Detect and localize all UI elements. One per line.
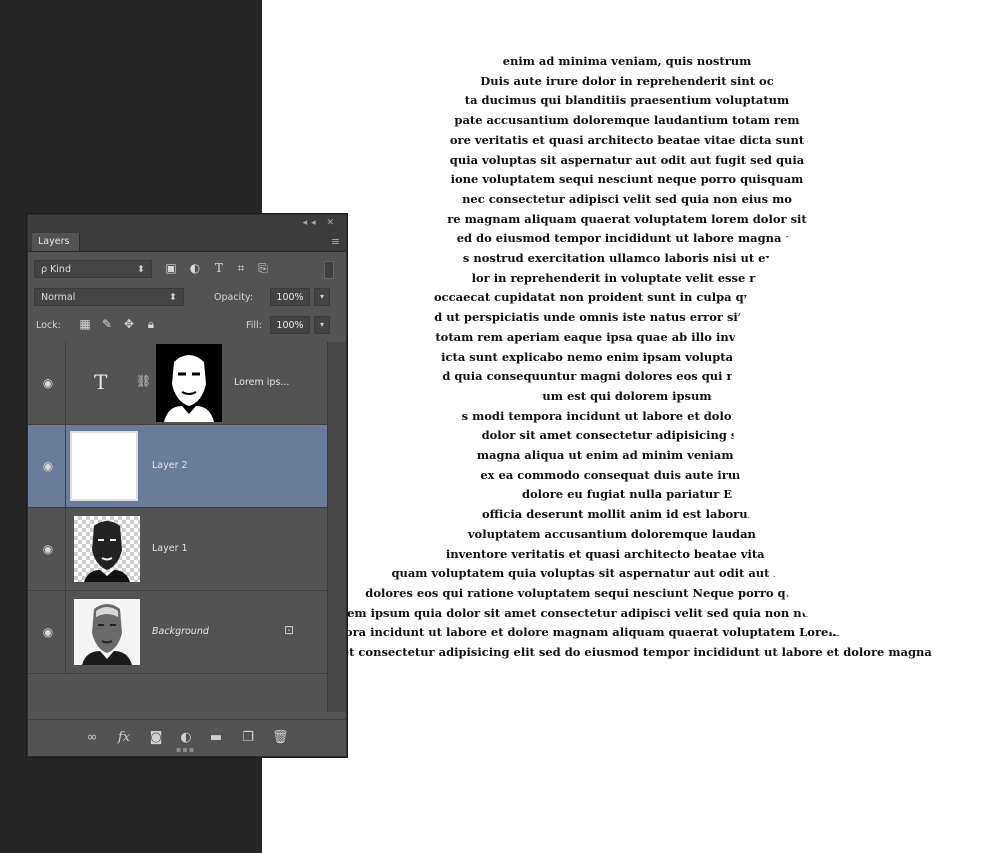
portrait-transparent-icon [84,521,130,582]
delete-layer-icon[interactable]: 🗑︎ [272,730,289,746]
blend-mode-value: Normal [41,292,76,303]
doc-text-line: ione voluptatem sequi nesciunt neque por… [450,172,804,187]
lock-all-icon[interactable]: 🔒︎ [144,317,158,331]
blend-row: Normal ⬍ Opacity: 100% ▾ [28,285,346,311]
chevron-updown-icon: ⬍ [169,292,177,303]
adjustment-layer-icon[interactable]: ◐ [178,730,194,746]
new-group-icon[interactable]: ▬ [208,730,224,746]
filter-type-icon[interactable]: T [212,261,226,275]
document-canvas[interactable]: enim ad minima veniam, quis nostrum Duis … [262,0,992,853]
panel-menu-icon[interactable]: ≡ [331,235,340,248]
layer-name[interactable]: Layer 1 [152,543,188,554]
filter-kind-label: ρ Kind [41,264,71,275]
portrait-photo-icon [74,599,140,665]
chevron-updown-icon: ⬍ [137,264,145,275]
filter-row: ρ Kind ⬍ ▣ ◐ T ⌗ ⎘ [28,257,346,283]
resize-grip[interactable]: ▪▪▪ [176,745,195,754]
filter-smartobject-icon[interactable]: ⎘ [256,261,270,275]
doc-text-line: enim ad minima veniam, quis nostrum [502,54,752,68]
fill-label: Fill: [246,320,262,331]
visibility-column: ◉ [28,342,66,424]
filter-pixel-icon[interactable]: ▣ [164,261,178,275]
lock-move-icon[interactable]: ✥ [122,317,136,331]
link-icon[interactable]: ⛓ [136,374,151,388]
fill-dropdown-icon[interactable]: ▾ [314,316,330,334]
visibility-column: ◉ [28,591,66,673]
opacity-dropdown-icon[interactable]: ▾ [314,288,330,306]
doc-text-line: Duis aute irure dolor in reprehenderit s… [480,73,774,88]
blend-mode-select[interactable]: Normal ⬍ [34,288,184,306]
lock-label: Lock: [36,320,61,331]
new-layer-icon[interactable]: ❐ [240,730,256,746]
doc-text-line: quia voluptas sit aspernatur aut odit au… [449,152,805,167]
layer-row-background[interactable]: ◉ Background ⊡ [28,591,328,674]
portrait-mask-icon [156,344,222,422]
layers-scrollbar[interactable] [327,342,346,712]
lock-transparent-icon[interactable]: ▦ [78,317,92,331]
lock-icon: ⊡ [284,623,295,637]
layer-mask-thumbnail[interactable] [156,344,222,422]
lock-row: Lock: ▦ ✎ ✥ 🔒︎ Fill: 100% ▾ [28,313,346,339]
eye-icon[interactable]: ◉ [41,625,55,639]
layer-name[interactable]: Layer 2 [152,460,188,471]
layers-list: ◉ T ⛓ Lorem ips... ◉ Layer 2 ◉ Layer 1 ◉… [28,342,328,712]
panel-titlebar[interactable]: ◂◂ ✕ [28,215,346,233]
layer-name[interactable]: Background [152,626,209,637]
doc-text-line: ta ducimus qui blanditiis praesentium vo… [464,93,790,108]
filter-shape-icon[interactable]: ⌗ [234,261,248,275]
filter-kind-select[interactable]: ρ Kind ⬍ [34,260,152,278]
opacity-field[interactable]: 100% [270,288,310,306]
type-layer-icon: T [94,370,108,394]
link-layers-icon[interactable]: ∞ [84,730,100,746]
layer-thumbnail[interactable] [70,431,138,501]
add-mask-icon[interactable]: ◙ [148,730,164,746]
layer-thumbnail[interactable] [74,516,140,582]
visibility-column: ◉ [28,425,66,507]
panel-window-controls[interactable]: ◂◂ ✕ [303,218,338,228]
doc-text-line: ore veritatis et quasi architecto beatae… [449,132,805,147]
visibility-column: ◉ [28,508,66,590]
fx-icon[interactable]: fx [116,730,132,746]
doc-text-line: pate accusantium doloremque laudantium t… [454,113,800,128]
panel-tab-row: Layers ≡ [28,233,346,252]
layer-row-layer-2[interactable]: ◉ Layer 2 [28,425,328,508]
eye-icon[interactable]: ◉ [41,542,55,556]
filter-adjustment-icon[interactable]: ◐ [188,261,202,275]
layer-row-layer-1[interactable]: ◉ Layer 1 [28,508,328,591]
doc-text-line: amet consectetur adipisicing elit sed do… [322,645,932,660]
filter-toggle[interactable] [324,261,334,279]
lock-brush-icon[interactable]: ✎ [100,317,114,331]
fill-field[interactable]: 100% [270,316,310,334]
eye-icon[interactable]: ◉ [41,459,55,473]
layer-row-text[interactable]: ◉ T ⛓ Lorem ips... [28,342,328,425]
layer-thumbnail[interactable] [74,599,140,665]
opacity-label: Opacity: [214,292,254,303]
layers-bottom-toolbar: ∞ fx ◙ ◐ ▬ ❐ 🗑︎ ▪▪▪ [28,719,346,756]
tab-layers[interactable]: Layers [32,233,81,251]
eye-icon[interactable]: ◉ [41,376,55,390]
layer-name[interactable]: Lorem ips... [234,377,289,388]
layers-panel: ◂◂ ✕ Layers ≡ ρ Kind ⬍ ▣ ◐ T ⌗ ⎘ Normal … [27,214,347,757]
